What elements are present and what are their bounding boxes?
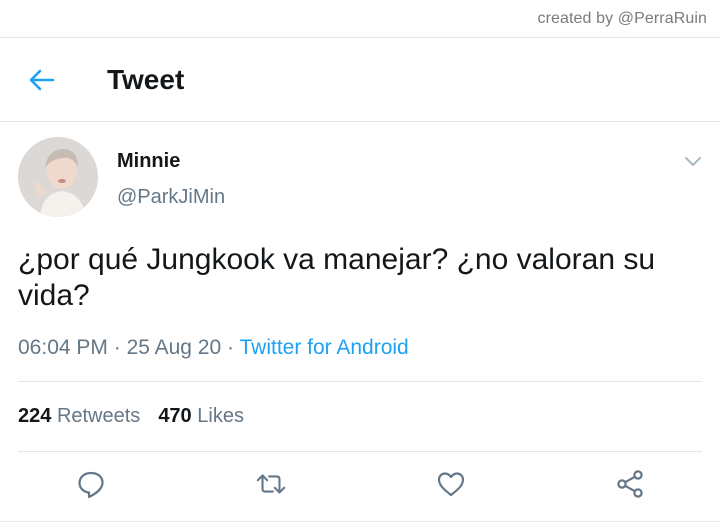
retweet-icon xyxy=(256,474,286,494)
tweet-menu-button[interactable] xyxy=(680,150,706,172)
page-title: Tweet xyxy=(107,64,185,95)
share-button[interactable] xyxy=(614,468,646,500)
divider xyxy=(18,451,702,452)
divider xyxy=(0,521,720,522)
retweets-stat[interactable]: 224 Retweets xyxy=(18,405,140,427)
heart-icon xyxy=(437,472,465,497)
retweets-count: 224 xyxy=(18,405,52,427)
likes-stat[interactable]: 470 Likes xyxy=(158,405,244,427)
share-icon xyxy=(617,470,643,498)
back-button[interactable] xyxy=(22,64,62,96)
header-bar: Tweet xyxy=(0,38,720,122)
author-name[interactable]: Minnie xyxy=(117,150,180,173)
retweets-label: Retweets xyxy=(56,405,141,427)
divider xyxy=(18,381,702,382)
avatar-photo xyxy=(18,137,98,217)
watermark-credit: created by @PerraRuin xyxy=(537,10,707,27)
meta-separator: · xyxy=(227,336,235,359)
tweet-text: ¿por qué Jungkook va manejar? ¿no valora… xyxy=(18,243,656,312)
meta-separator: · xyxy=(113,336,121,359)
avatar[interactable] xyxy=(18,137,98,217)
retweet-button[interactable] xyxy=(255,468,287,500)
tweet-meta: 06:04 PM · 25 Aug 20 · Twitter for Andro… xyxy=(18,336,409,360)
tweet-time: 06:04 PM xyxy=(18,336,108,359)
tweet-source-link[interactable]: Twitter for Android xyxy=(239,336,408,359)
likes-count: 470 xyxy=(158,405,192,427)
like-button[interactable] xyxy=(435,468,467,500)
reply-button[interactable] xyxy=(75,468,107,500)
tweet-date: 25 Aug 20 xyxy=(126,336,222,359)
author-handle[interactable]: @ParkJiMin xyxy=(117,186,225,209)
chevron-down-icon xyxy=(685,157,701,166)
arrow-left-icon xyxy=(29,69,55,91)
tweet-stats: 224 Retweets 470 Likes xyxy=(18,405,244,428)
reply-icon xyxy=(78,471,104,499)
likes-label: Likes xyxy=(197,405,244,427)
